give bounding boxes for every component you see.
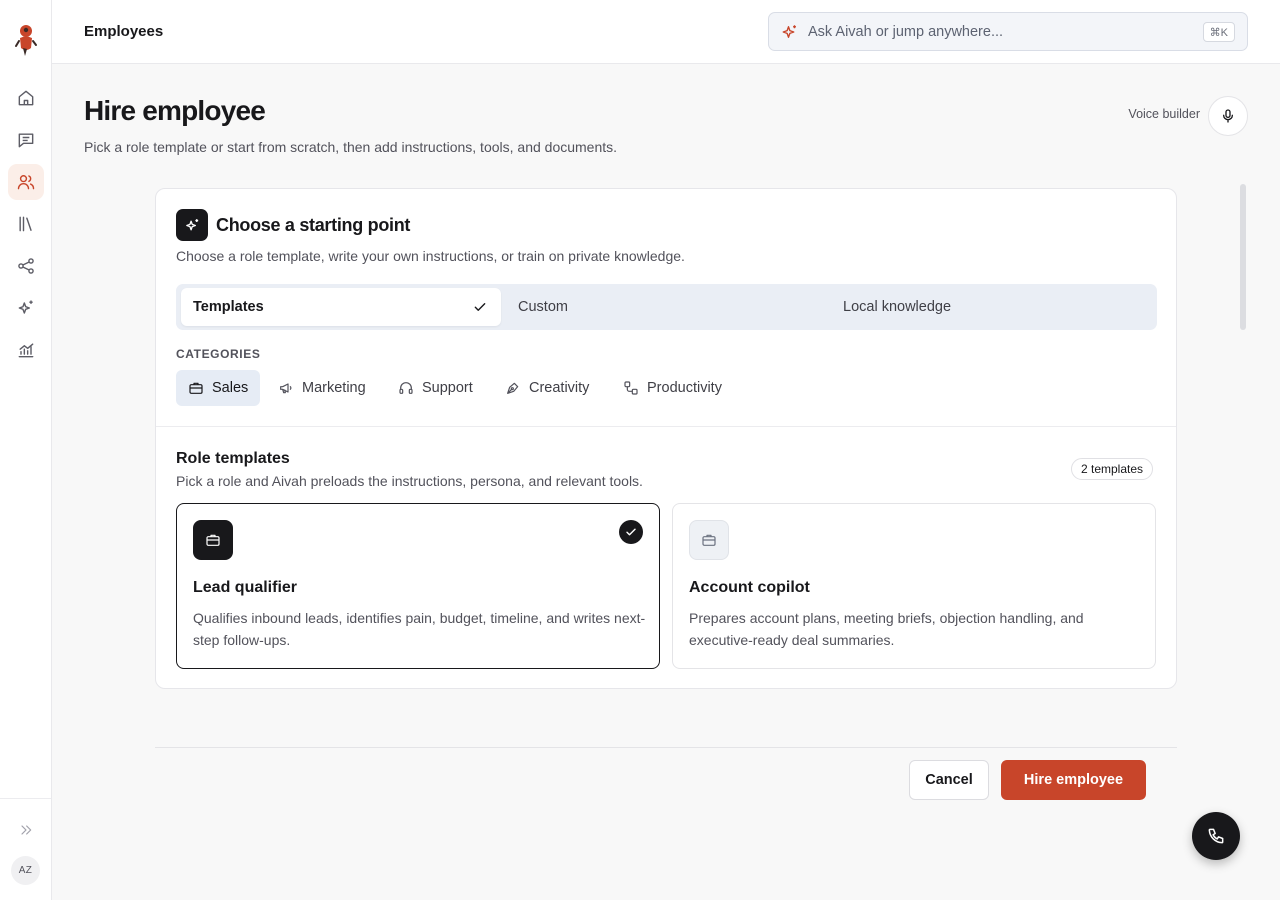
home-icon [16,88,36,108]
sidebar: AZ [0,0,52,900]
tab-label: Templates [193,299,264,315]
category-label: Marketing [302,380,366,396]
search-placeholder: Ask Aivah or jump anywhere... [808,23,1004,40]
briefcase-icon [689,520,729,560]
role-templates-subtitle: Pick a role and Aivah preloads the instr… [176,473,643,489]
shortcut-badge: ⌘K [1202,22,1235,42]
mascot-logo[interactable] [14,22,38,60]
nav-employees[interactable] [8,164,44,200]
template-description: Qualifies inbound leads, identifies pain… [193,610,646,648]
command-search[interactable]: Ask Aivah or jump anywhere... ⌘K [768,12,1248,51]
categories-heading: CATEGORIES [176,347,261,361]
call-button[interactable] [1192,812,1240,860]
check-icon [473,300,487,314]
library-icon [16,214,36,234]
chat-icon [16,130,36,150]
sidebar-divider [0,798,51,799]
avatar[interactable]: AZ [11,856,40,885]
selected-check-icon [619,520,643,544]
template-name: Lead qualifier [193,579,298,596]
hire-employee-button[interactable]: Hire employee [1001,760,1146,800]
starting-point-card: Choose a starting point Choose a role te… [155,188,1177,689]
section-title: Choose a starting point [216,215,411,235]
template-card-lead-qualifier[interactable]: Lead qualifier Qualifies inbound leads, … [176,503,660,669]
phone-icon [1206,826,1226,846]
sparkle-icon [16,298,36,318]
cancel-button[interactable]: Cancel [909,760,989,800]
voice-builder-label: Voice builder [1128,107,1200,121]
page-subtitle: Pick a role template or start from scrat… [84,139,618,155]
sparkle-icon [176,209,208,241]
card-divider [156,426,1176,427]
nav-library[interactable] [8,206,44,242]
chart-icon [16,340,36,360]
category-support[interactable]: Support [398,370,473,406]
category-sales[interactable]: Sales [176,370,261,406]
page-title: Hire employee [84,95,266,126]
template-card-account-copilot[interactable]: Account copilot Prepares account plans, … [672,503,1156,669]
nav-ai[interactable] [8,290,44,326]
breadcrumb-title: Employees [84,23,164,40]
nav-home[interactable] [8,80,44,116]
category-creativity[interactable]: Creativity [505,370,589,406]
starting-point-tabs: Templates Custom Local knowledge [176,284,1157,330]
briefcase-icon [189,382,203,394]
tab-templates[interactable]: Templates [181,288,501,326]
tab-local-knowledge[interactable]: Local knowledge [843,288,951,326]
share-icon [16,256,36,276]
headphones-icon [399,382,413,394]
category-marketing[interactable]: Marketing [278,370,366,406]
template-name: Account copilot [689,579,810,596]
templates-count-badge: 2 templates [1071,458,1154,480]
section-subtitle: Choose a role template, write your own i… [176,248,685,264]
category-productivity[interactable]: Productivity [623,370,722,406]
category-label: Productivity [647,380,722,396]
role-templates-title: Role templates [176,450,290,467]
microphone-icon [1220,108,1236,124]
category-label: Support [422,380,473,396]
topbar: Employees Ask Aivah or jump anywhere... … [52,0,1280,64]
voice-builder-button[interactable] [1208,96,1248,136]
scrollbar-thumb[interactable] [1240,184,1246,330]
tab-custom[interactable]: Custom [518,288,568,326]
category-label: Sales [212,380,249,396]
nav-chat[interactable] [8,122,44,158]
users-icon [16,172,36,192]
category-label: Creativity [529,380,590,396]
nav-integrations[interactable] [8,248,44,284]
sparkle-icon [781,23,799,41]
footer-divider [155,747,1177,748]
workflow-icon [624,381,638,395]
pen-icon [507,382,519,394]
chevrons-right-icon[interactable] [16,820,36,840]
template-description: Prepares account plans, meeting briefs, … [689,610,1084,648]
briefcase-icon [193,520,233,560]
megaphone-icon [280,383,292,394]
nav-analytics[interactable] [8,332,44,368]
